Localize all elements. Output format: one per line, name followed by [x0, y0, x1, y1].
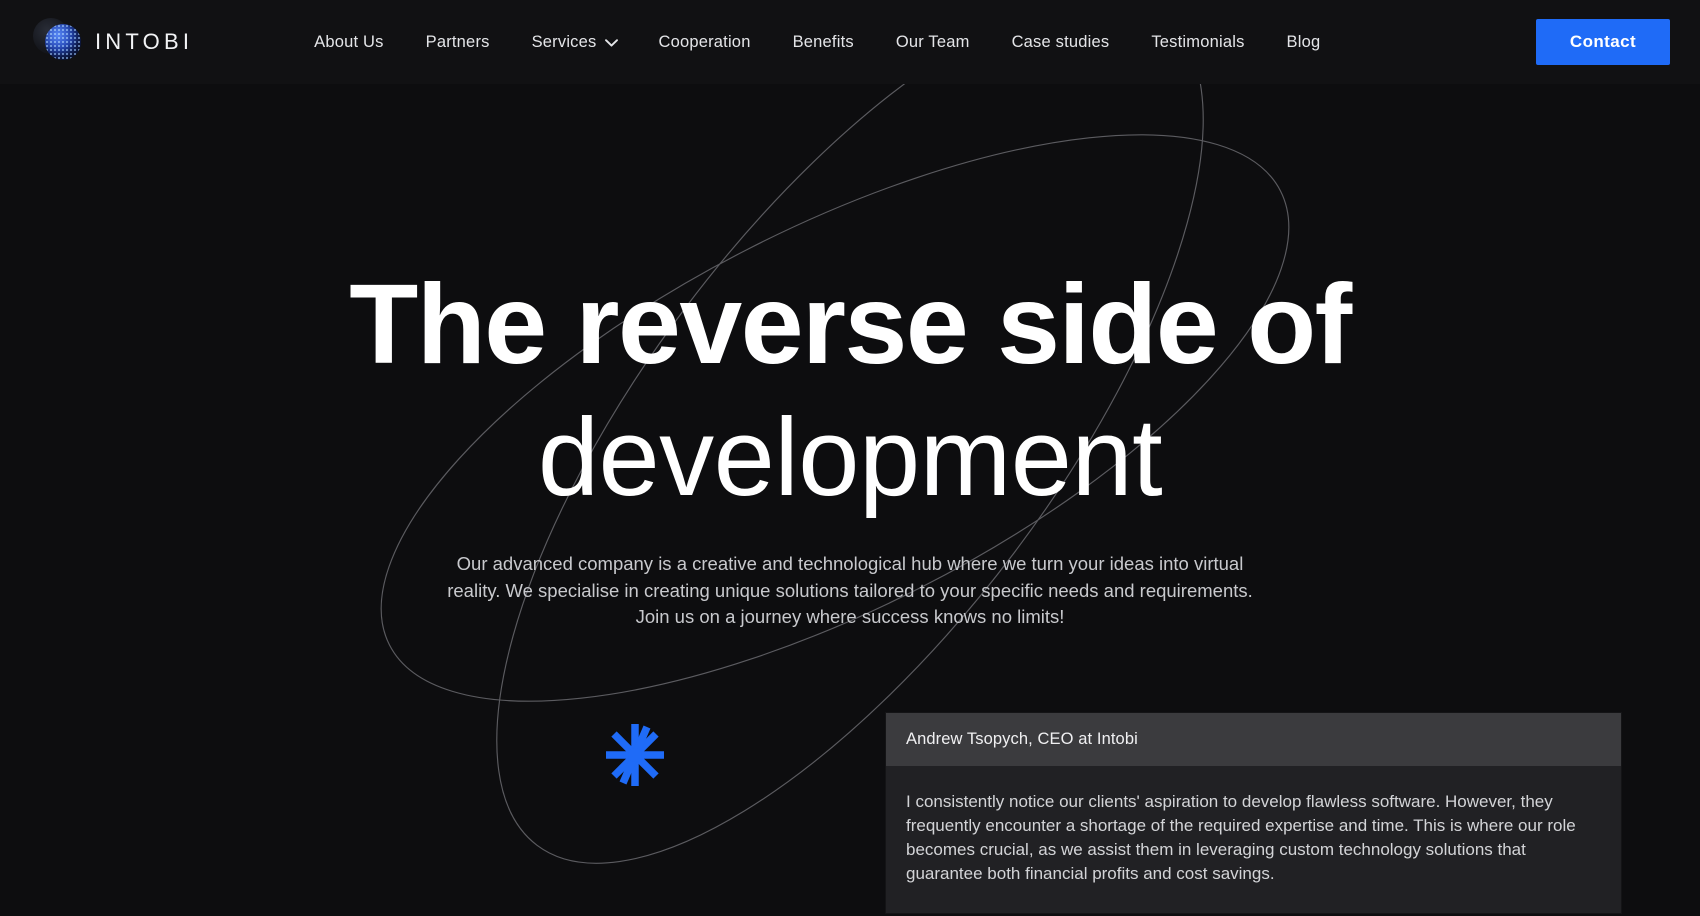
nav-link-label: About Us [314, 32, 384, 51]
brand-logo[interactable]: INTOBI [33, 18, 193, 66]
nav-link-label: Partners [425, 32, 490, 51]
nav-link-label: Testimonials [1151, 32, 1245, 51]
blue-asterisk-star-icon [606, 724, 664, 786]
nav-link-label: Services [531, 32, 597, 51]
chevron-down-icon[interactable] [605, 38, 619, 47]
page-root: INTOBI About Us Partners Services Cooper… [0, 0, 1700, 916]
hero-section: The reverse side of development Our adva… [0, 0, 1700, 631]
nav-link-testimonials[interactable]: Testimonials [1130, 33, 1265, 52]
brand-wordmark: INTOBI [95, 29, 194, 54]
nav-link-label: Benefits [792, 32, 854, 51]
nav-link-label: Our Team [895, 32, 970, 51]
nav-link-cooperation[interactable]: Cooperation [637, 33, 771, 52]
page-title-line-2: development [537, 396, 1163, 519]
nav-link-blog[interactable]: Blog [1266, 33, 1342, 52]
top-navigation-bar: INTOBI About Us Partners Services Cooper… [0, 0, 1700, 84]
contact-button[interactable]: Contact [1535, 19, 1670, 65]
testimonial-card: Andrew Tsopych, CEO at Intobi I consiste… [886, 713, 1621, 913]
page-title-line-1: The reverse side of [349, 261, 1352, 387]
nav-link-our-team[interactable]: Our Team [875, 33, 991, 52]
nav-link-partners[interactable]: Partners [405, 33, 511, 52]
nav-links: About Us Partners Services Cooperation B… [293, 33, 1341, 52]
testimonial-author: Andrew Tsopych, CEO at Intobi [886, 713, 1621, 766]
nav-link-label: Blog [1286, 32, 1321, 51]
nav-link-label: Case studies [1011, 32, 1110, 51]
overlapping-spheres-logo-icon [33, 18, 81, 66]
hero-subtitle: Our advanced company is a creative and t… [447, 553, 1253, 628]
nav-link-label: Cooperation [658, 32, 751, 51]
nav-link-about-us[interactable]: About Us [293, 33, 404, 52]
testimonial-quote: I consistently notice our clients' aspir… [886, 766, 1621, 913]
nav-link-services[interactable]: Services [511, 33, 638, 52]
nav-link-benefits[interactable]: Benefits [772, 33, 875, 52]
nav-link-case-studies[interactable]: Case studies [991, 33, 1131, 52]
